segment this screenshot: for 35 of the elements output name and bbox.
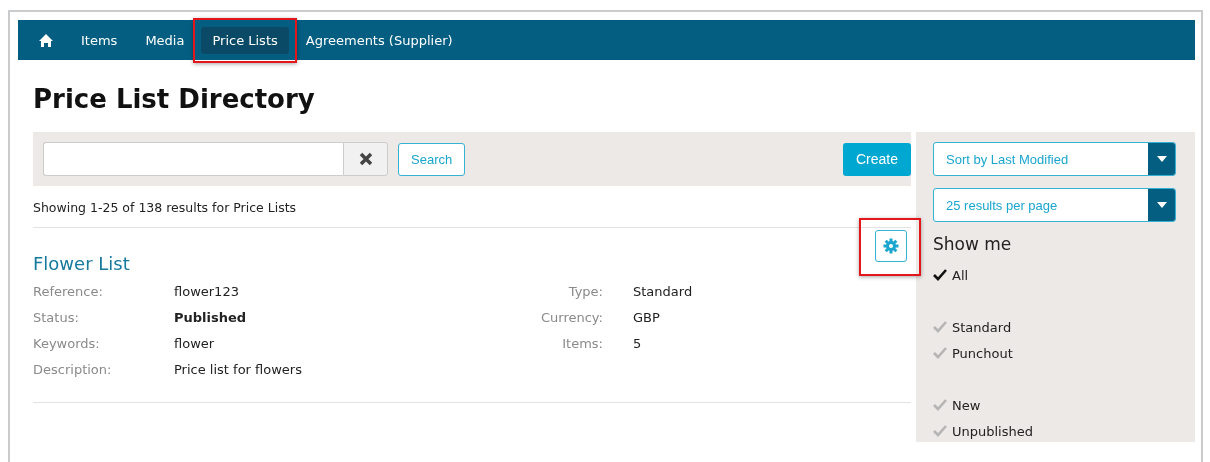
caret-icon xyxy=(1156,202,1167,208)
search-field[interactable] xyxy=(43,142,343,176)
field-value: flower123 xyxy=(174,283,239,299)
filter-option[interactable]: All xyxy=(933,262,1195,288)
field-value: 5 xyxy=(633,335,642,351)
field-label: Keywords: xyxy=(33,335,101,351)
nav-tab[interactable]: Media xyxy=(134,26,196,54)
field-value: Published xyxy=(174,309,247,325)
field-label: Type: xyxy=(567,283,603,299)
field-value: flower xyxy=(174,335,215,351)
field-value: Price list for flowers xyxy=(174,361,302,377)
result-title-link[interactable]: Flower List xyxy=(33,253,130,274)
field-value: GBP xyxy=(633,309,660,325)
field-label: Items: xyxy=(561,335,603,351)
results-summary: Showing 1-25 of 138 results for Price Lists xyxy=(33,186,911,228)
field-label: Currency: xyxy=(540,309,603,325)
nav-tab[interactable]: Agreements (Supplier) xyxy=(294,26,464,54)
clear-button[interactable] xyxy=(343,142,388,176)
filter-option[interactable]: Standard xyxy=(933,314,1195,340)
nav-tab[interactable]: Price Lists xyxy=(201,26,289,54)
settings-button[interactable] xyxy=(875,230,907,262)
filter-heading: Show me xyxy=(933,234,1013,254)
page-title: Price List Directory xyxy=(33,84,316,116)
home-icon[interactable] xyxy=(38,32,54,48)
filter-option[interactable]: Unpublished xyxy=(933,418,1195,444)
gear-icon xyxy=(883,238,899,254)
x-icon xyxy=(358,152,373,166)
field-label: Status: xyxy=(33,309,80,325)
caret-icon xyxy=(1156,156,1167,162)
field-label: Description: xyxy=(33,361,113,377)
filter-option[interactable]: Punchout xyxy=(933,340,1195,366)
nav-tab[interactable]: Items xyxy=(70,26,129,54)
field-label: Reference: xyxy=(33,283,104,299)
filter-option[interactable]: New xyxy=(933,392,1195,418)
field-value: Standard xyxy=(633,283,693,299)
